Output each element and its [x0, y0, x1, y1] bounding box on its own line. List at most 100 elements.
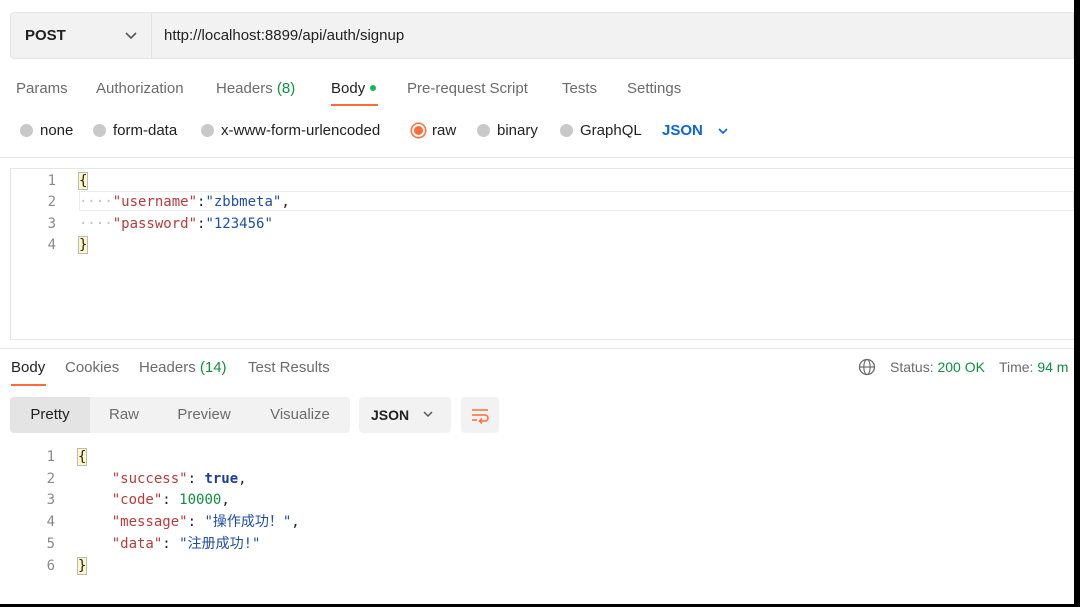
open-brace: { — [76, 448, 88, 466]
response-format-label: JSON — [371, 407, 410, 423]
tab-pre-request-script[interactable]: Pre-request Script — [407, 80, 528, 97]
resp-tab-cookies[interactable]: Cookies — [65, 359, 119, 376]
divider — [0, 157, 1074, 158]
radio-urlencoded-label: x-www-form-urlencoded — [221, 122, 381, 139]
raw-format-select[interactable]: JSON — [662, 122, 729, 139]
chevron-down-icon — [125, 32, 137, 40]
response-body-viewer[interactable]: 1 { 2 "success": true, 3 "code": 10000, … — [10, 446, 1074, 582]
code-text: } — [76, 555, 88, 577]
radio-selected-icon — [412, 124, 425, 137]
tab-headers-label: Headers — [216, 80, 273, 97]
line-number: 6 — [46, 558, 55, 574]
line-number: 1 — [47, 173, 56, 189]
code-line: 5 "data": "注册成功!" — [10, 533, 1074, 555]
view-preview[interactable]: Preview — [160, 397, 248, 433]
code-line: 6 } — [10, 555, 1074, 577]
method-select[interactable]: POST — [11, 13, 152, 58]
radio-circle-icon — [20, 124, 33, 137]
json-value: true — [204, 471, 239, 487]
divider — [0, 348, 1074, 349]
active-tab-indicator — [331, 104, 378, 106]
line-number: 5 — [46, 536, 55, 552]
active-resp-tab-indicator — [11, 384, 46, 386]
line-number: 4 — [47, 237, 56, 253]
line-number: 3 — [47, 216, 56, 232]
line-number: 4 — [46, 514, 55, 530]
json-value: "注册成功!" — [179, 536, 261, 552]
resp-tab-headers[interactable]: Headers (14) — [139, 359, 227, 376]
resp-tab-body[interactable]: Body — [11, 359, 45, 376]
tab-authorization[interactable]: Authorization — [96, 80, 184, 97]
time-value: 94 m — [1037, 359, 1069, 375]
radio-binary-label: binary — [497, 122, 538, 139]
radio-form-data[interactable]: form-data — [93, 122, 177, 139]
code-line: 4 "message": "操作成功！", — [10, 511, 1074, 533]
code-line: 4 } — [11, 234, 1074, 256]
code-text: "code": 10000, — [111, 492, 230, 508]
radio-none-label: none — [40, 122, 74, 139]
request-url-bar: POST http://localhost:8899/api/auth/sign… — [10, 12, 1074, 59]
json-value: "123456" — [205, 216, 273, 232]
resp-tab-headers-label: Headers — [139, 359, 196, 376]
radio-graphql[interactable]: GraphQL — [560, 122, 642, 139]
resp-tab-test-results[interactable]: Test Results — [248, 359, 330, 376]
view-visualize[interactable]: Visualize — [255, 397, 345, 433]
window-frame-right — [1074, 0, 1080, 607]
tab-headers-count: (8) — [276, 80, 296, 97]
request-body-editor[interactable]: 1 { 2 ····"username":"zbbmeta", 3 ····"p… — [10, 168, 1074, 340]
code-line: 2 "success": true, — [10, 468, 1074, 490]
code-text: "success": true, — [111, 471, 247, 487]
code-line: 3 "code": 10000, — [10, 489, 1074, 511]
json-key: "message" — [111, 514, 188, 530]
radio-circle-icon — [560, 124, 573, 137]
code-text: ····"username":"zbbmeta", — [79, 194, 290, 210]
json-key: "data" — [111, 536, 163, 552]
json-value: 10000 — [179, 492, 222, 508]
code-line: 1 { — [10, 446, 1074, 468]
code-line: 3 ····"password":"123456" — [11, 213, 1074, 235]
code-text: { — [76, 446, 88, 468]
tab-settings[interactable]: Settings — [627, 80, 681, 97]
code-line: 1 { — [11, 170, 1074, 192]
tab-tests[interactable]: Tests — [562, 80, 597, 97]
chevron-down-icon — [423, 411, 433, 418]
json-key: "code" — [111, 492, 163, 508]
chevron-down-icon — [718, 127, 728, 134]
json-key: "password" — [112, 216, 198, 232]
radio-circle-icon — [201, 124, 214, 137]
response-format-select[interactable]: JSON — [359, 397, 451, 433]
globe-icon[interactable] — [858, 358, 876, 376]
code-line: 2 ····"username":"zbbmeta", — [11, 191, 1074, 213]
line-number: 2 — [47, 194, 56, 210]
json-value: "操作成功！" — [204, 514, 292, 530]
code-text: "message": "操作成功！", — [111, 514, 300, 530]
radio-binary[interactable]: binary — [477, 122, 538, 139]
tab-body-label: Body — [331, 80, 366, 97]
url-input[interactable]: http://localhost:8899/api/auth/signup — [164, 27, 404, 44]
close-brace: } — [77, 236, 89, 254]
wrap-lines-button[interactable] — [461, 397, 499, 433]
resp-tab-headers-count: (14) — [199, 359, 227, 376]
tab-headers[interactable]: Headers (8) — [216, 80, 295, 97]
line-number: 1 — [46, 449, 55, 465]
line-number: 2 — [46, 471, 55, 487]
radio-none[interactable]: none — [20, 122, 73, 139]
tab-params[interactable]: Params — [16, 80, 68, 97]
view-pretty[interactable]: Pretty — [10, 397, 90, 433]
radio-x-www-form-urlencoded[interactable]: x-www-form-urlencoded — [201, 122, 380, 139]
raw-format-label: JSON — [662, 122, 703, 139]
radio-graphql-label: GraphQL — [580, 122, 642, 139]
open-brace: { — [77, 172, 89, 190]
tab-body[interactable]: Body — [331, 80, 377, 97]
view-raw[interactable]: Raw — [90, 397, 158, 433]
code-text: "data": "注册成功!" — [111, 536, 261, 552]
response-status: Status: 200 OK Time: 94 m — [858, 358, 1068, 376]
radio-form-data-label: form-data — [113, 122, 178, 139]
json-value: "zbbmeta" — [205, 194, 282, 210]
json-key: "success" — [111, 471, 188, 487]
radio-raw-label: raw — [432, 122, 457, 139]
radio-raw[interactable]: raw — [412, 122, 456, 139]
status-label: Status: — [890, 359, 934, 375]
json-key: "username" — [112, 194, 198, 210]
code-text: } — [77, 234, 89, 256]
